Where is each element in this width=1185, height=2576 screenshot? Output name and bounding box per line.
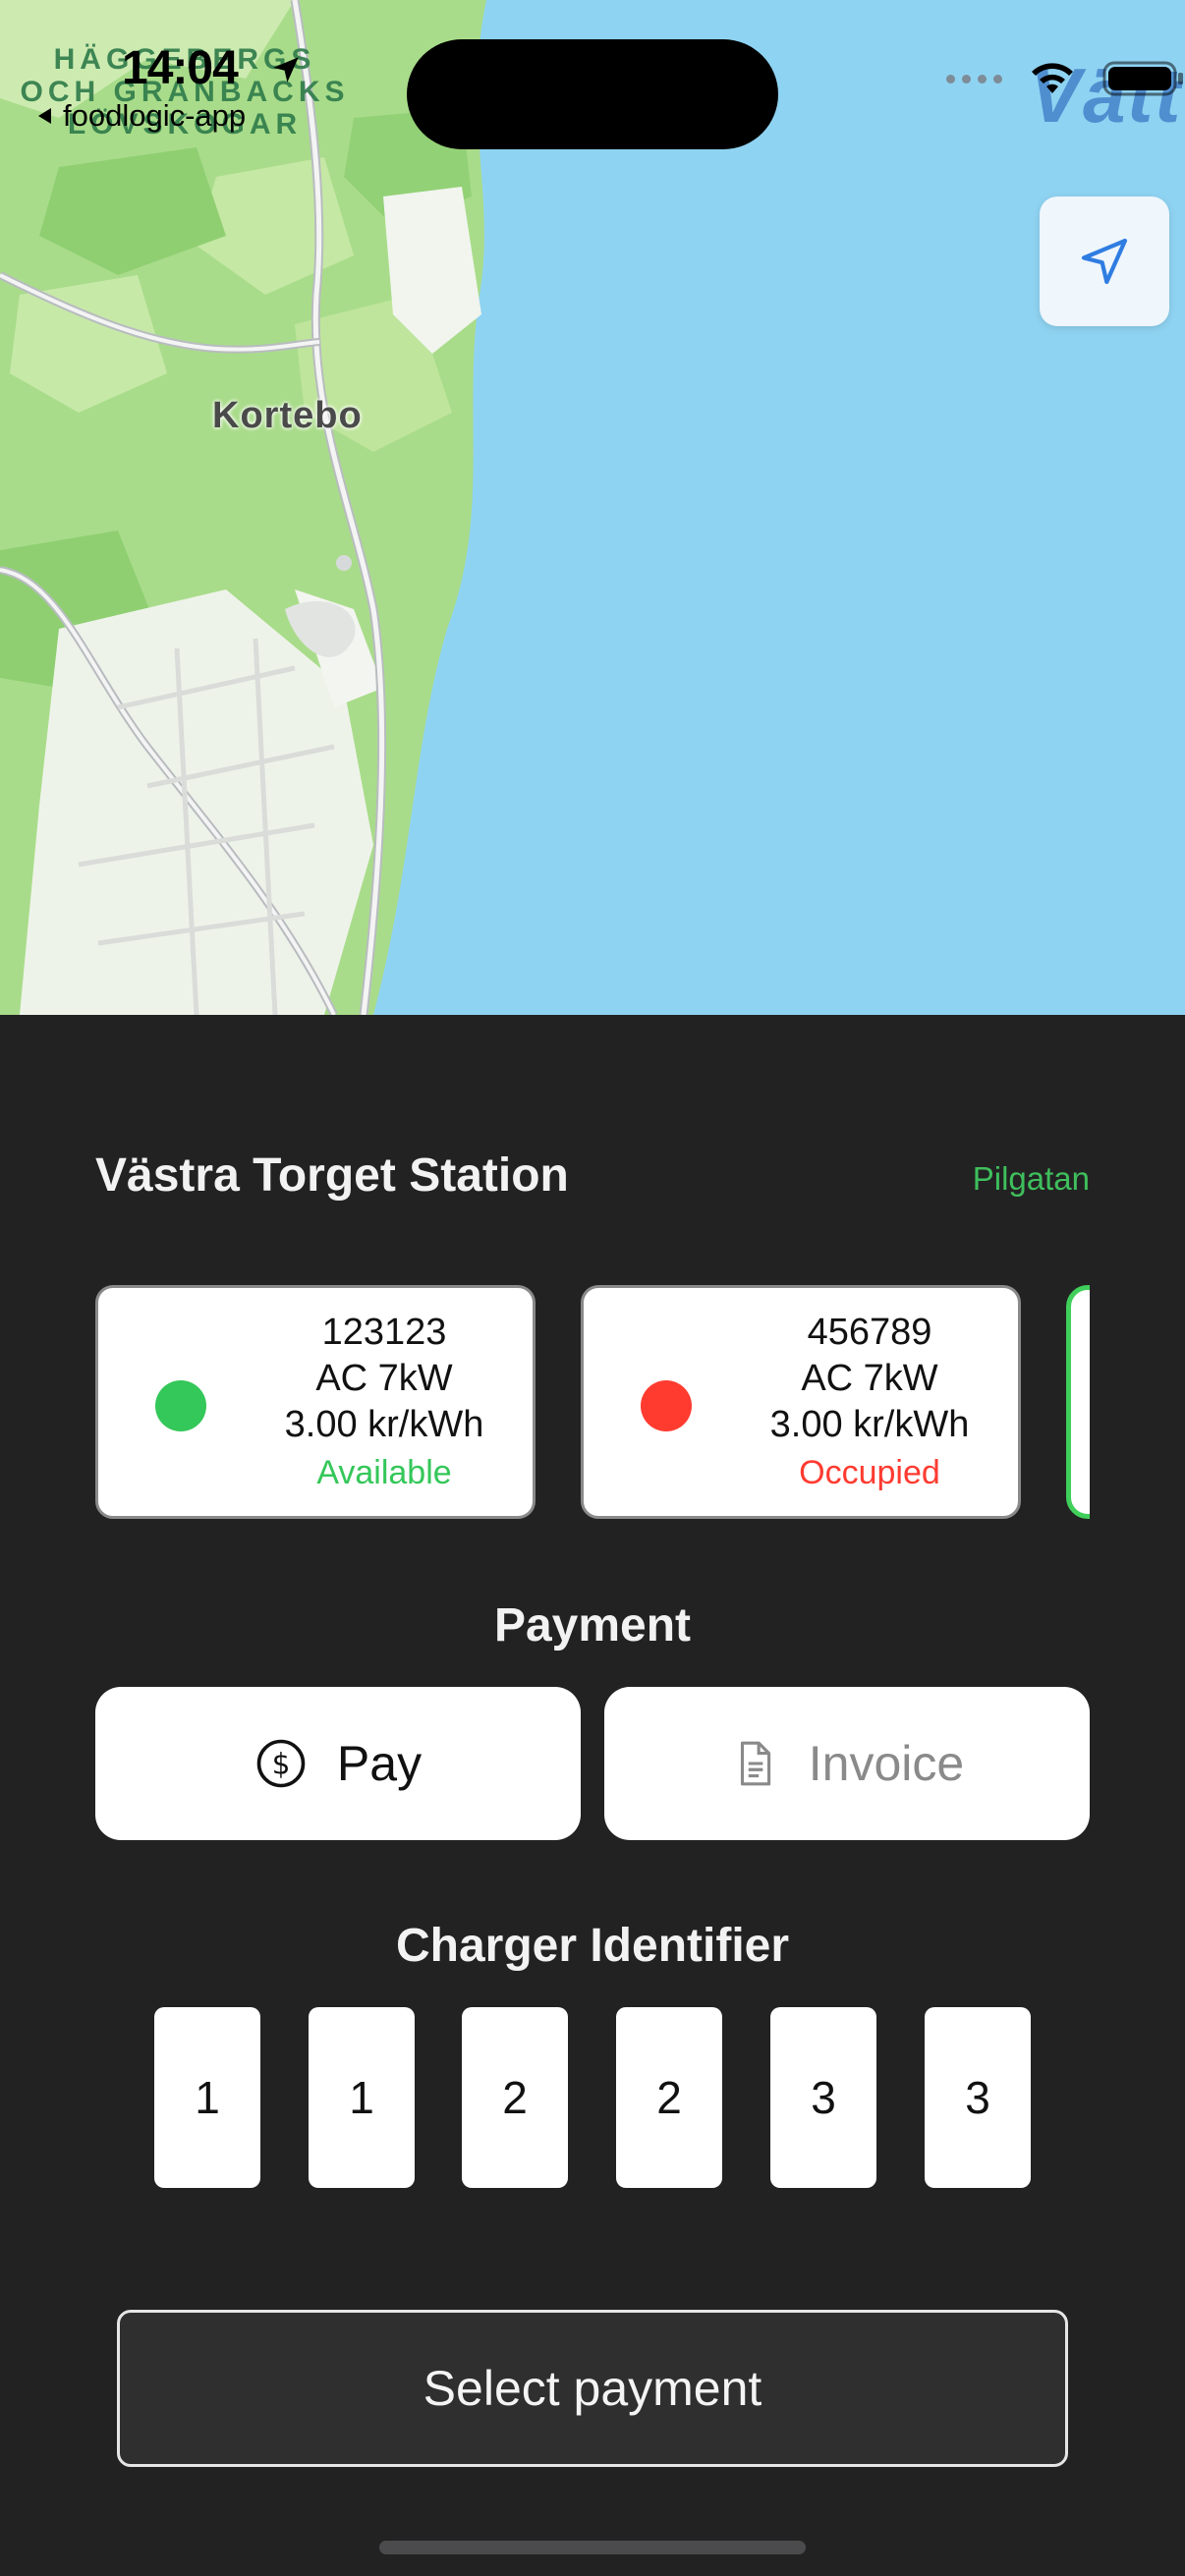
svg-text:$: $ [272, 1747, 291, 1780]
charger-card[interactable]: 456789 AC 7kW 3.00 kr/kWh Occupied [581, 1285, 1021, 1519]
station-street: Pilgatan [972, 1160, 1090, 1197]
charger-status: Occupied [799, 1454, 940, 1491]
battery-icon [1102, 61, 1183, 96]
payment-title: Payment [493, 1599, 692, 1652]
status-dot [155, 1380, 206, 1431]
wifi-icon [1032, 63, 1073, 93]
identifier-digit-box[interactable]: 3 [925, 2007, 1031, 2188]
pay-label: Pay [336, 1736, 423, 1791]
charger-price: 3.00 kr/kWh [769, 1404, 970, 1445]
dollar-circle-icon: $ [256, 1739, 306, 1788]
home-indicator[interactable] [379, 2541, 806, 2554]
map-view[interactable]: HÄGGEBERGS OCH GRANBACKS LÖVSKOGAR Korte… [0, 0, 1185, 1015]
charger-id: 123123 [321, 1312, 447, 1353]
map-tiles [0, 0, 486, 1015]
select-payment-button[interactable]: Select payment [117, 2310, 1068, 2467]
charger-type: AC 7kW [801, 1358, 938, 1399]
charger-identifier-title: Charger Identifier [395, 1920, 790, 1972]
charger-card-peek[interactable] [1066, 1285, 1090, 1519]
pay-button[interactable]: $ Pay [95, 1687, 581, 1840]
charger-identifier-input[interactable]: 1 1 2 2 3 3 [154, 2007, 1031, 2188]
charger-list[interactable]: 123123 AC 7kW 3.00 kr/kWh Available 4567… [95, 1285, 1090, 1521]
status-indicators [946, 59, 1185, 98]
identifier-digit-box[interactable]: 3 [770, 2007, 876, 2188]
invoice-button[interactable]: Invoice [604, 1687, 1090, 1840]
location-arrow-icon [269, 53, 303, 91]
charger-price: 3.00 kr/kWh [284, 1404, 484, 1445]
dynamic-island [407, 39, 778, 149]
charger-card[interactable]: 123123 AC 7kW 3.00 kr/kWh Available [95, 1285, 536, 1519]
identifier-digit-box[interactable]: 1 [309, 2007, 415, 2188]
place-map-label: Kortebo [212, 395, 363, 436]
back-triangle-icon [38, 108, 51, 124]
identifier-digit-box[interactable]: 2 [616, 2007, 722, 2188]
charger-type: AC 7kW [315, 1358, 453, 1399]
status-dot [641, 1380, 692, 1431]
location-arrow-icon [1081, 238, 1128, 285]
identifier-digit-box[interactable]: 1 [154, 2007, 260, 2188]
back-to-app-label: foodlogic-app [63, 98, 247, 133]
station-sheet: Västra Torget Station Pilgatan 123123 AC… [0, 1015, 1185, 2576]
document-icon [740, 1741, 770, 1786]
identifier-digit-box[interactable]: 2 [462, 2007, 568, 2188]
charger-status: Available [316, 1454, 452, 1491]
cellular-signal-icon [946, 74, 1002, 84]
status-time: 14:04 [122, 42, 239, 94]
locate-me-button[interactable] [1040, 196, 1169, 326]
station-name: Västra Torget Station [95, 1149, 569, 1202]
back-to-app-link[interactable]: foodlogic-app [35, 98, 246, 134]
charger-id: 456789 [807, 1312, 932, 1353]
invoice-label: Invoice [808, 1736, 965, 1791]
